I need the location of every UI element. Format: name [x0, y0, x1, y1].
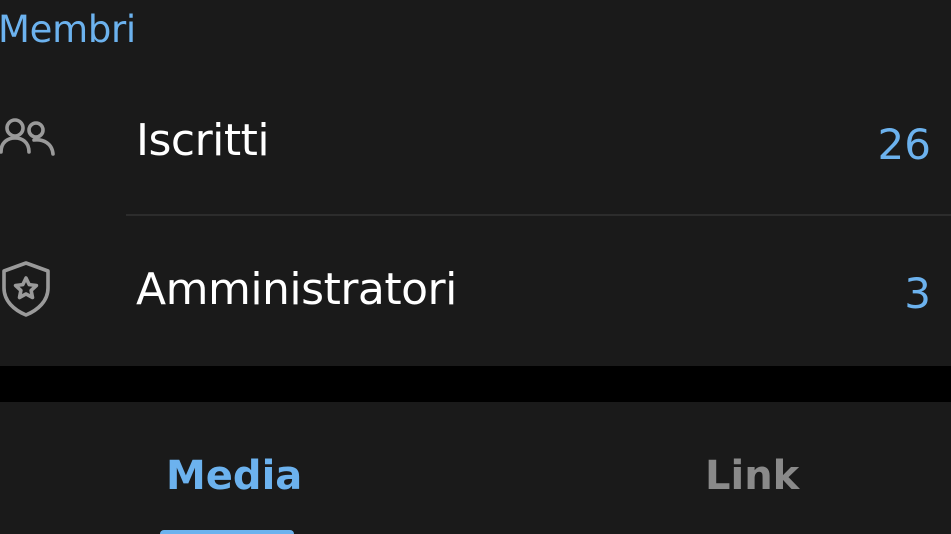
- people-icon: [0, 118, 55, 156]
- administrators-label: Amministratori: [136, 264, 457, 315]
- tab-link[interactable]: Link: [705, 450, 799, 502]
- section-title-members: Membri: [0, 8, 136, 51]
- tab-media[interactable]: Media: [166, 450, 302, 502]
- subscribers-row[interactable]: Iscritti 26: [0, 70, 951, 216]
- section-separator: [0, 366, 951, 402]
- subscribers-label: Iscritti: [136, 115, 270, 166]
- channel-info-screen: Membri Iscritti 26 Amministratori 3 Medi…: [0, 0, 951, 534]
- subscribers-count: 26: [877, 120, 931, 169]
- administrators-count: 3: [904, 269, 931, 318]
- media-tabs: Media Link: [0, 402, 951, 534]
- administrators-row[interactable]: Amministratori 3: [0, 218, 951, 364]
- row-divider: [126, 214, 951, 216]
- active-tab-indicator: [160, 530, 294, 534]
- shield-star-icon: [2, 261, 50, 317]
